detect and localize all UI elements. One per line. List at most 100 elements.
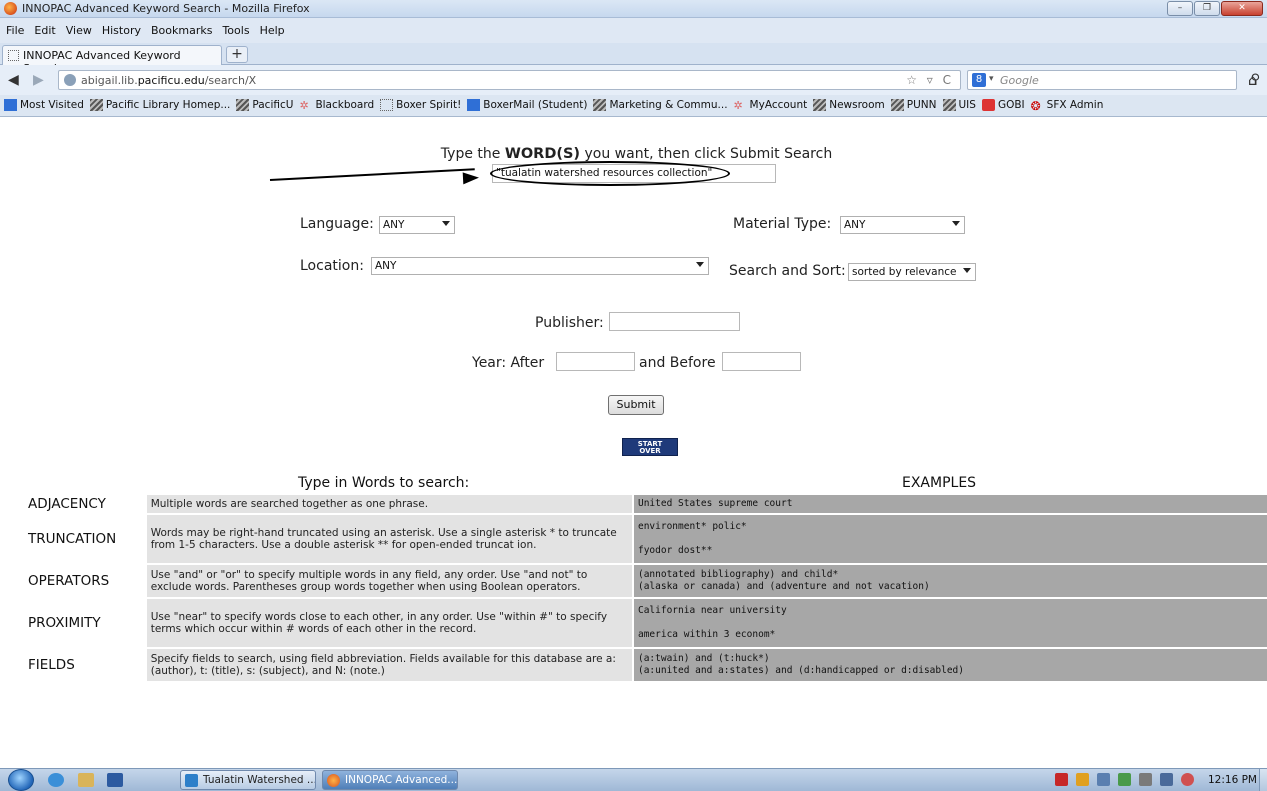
help-heading-left: Type in Words to search: [298, 475, 470, 491]
internet-explorer-icon[interactable] [48, 773, 64, 787]
location-label: Location: [300, 258, 364, 274]
bookmark-newsroom[interactable]: Newsroom [813, 99, 885, 111]
menu-view[interactable]: View [66, 24, 92, 37]
help-description: Use "and" or "or" to specify multiple wo… [146, 565, 632, 597]
help-example: United States supreme court [631, 495, 1267, 513]
bookmark-pacific-library[interactable]: Pacific Library Homep... [89, 99, 230, 111]
acrobat-icon[interactable] [1055, 773, 1068, 786]
firefox-logo-icon [4, 2, 17, 15]
stripes-icon [942, 99, 956, 111]
network-icon[interactable] [1097, 773, 1110, 786]
start-button[interactable] [8, 769, 34, 791]
chevron-down-icon [952, 221, 960, 226]
bookmark-boxermail[interactable]: BoxerMail (Student) [467, 99, 587, 111]
back-button[interactable]: ◀ [8, 72, 19, 88]
help-description: Multiple words are searched together as … [146, 495, 632, 513]
help-description: Specify fields to search, using field ab… [146, 649, 632, 681]
chevron-down-icon[interactable]: ▾ [989, 74, 994, 84]
bookmark-boxer-spirit[interactable]: Boxer Spirit! [380, 99, 461, 111]
blue-icon [467, 99, 481, 111]
annotation-arrow [269, 168, 475, 181]
help-example: (annotated bibliography) and child* (alas… [631, 565, 1267, 597]
stripes-icon [89, 99, 103, 111]
publisher-input[interactable] [609, 312, 740, 331]
page-icon [380, 99, 394, 111]
bookmark-sfx-admin[interactable]: ❂ SFX Admin [1030, 99, 1104, 113]
security-shield-icon[interactable] [1076, 773, 1089, 786]
help-row-proximity: PROXIMITY Use "near" to specify words cl… [22, 599, 1267, 647]
help-term: TRUNCATION [28, 531, 117, 547]
sfx-icon: ❂ [1030, 99, 1041, 113]
location-select[interactable]: ANY [371, 257, 709, 275]
search-sort-select[interactable]: sorted by relevance [848, 263, 976, 281]
bookmark-pacificu[interactable]: PacificU [236, 99, 293, 111]
search-help-table: ADJACENCY Multiple words are searched to… [22, 493, 1267, 683]
media-player-icon[interactable] [107, 773, 123, 787]
help-term: PROXIMITY [28, 615, 101, 631]
publisher-app-icon [185, 774, 198, 787]
search-sort-label: Search and Sort: [729, 263, 846, 279]
page-content: Type the WORD(S) you want, then click Su… [0, 118, 1267, 768]
stripes-icon [236, 99, 250, 111]
forward-button[interactable]: ▶ [33, 72, 44, 88]
search-placeholder: Google [1000, 74, 1039, 87]
sync-icon[interactable] [1118, 773, 1131, 786]
help-description: Use "near" to specify words close to eac… [146, 599, 632, 647]
language-select[interactable]: ANY [379, 216, 455, 234]
stripes-icon [890, 99, 904, 111]
star-icon: ✲ [299, 99, 309, 112]
bookmarks-toolbar: Most Visited Pacific Library Homep... Pa… [0, 95, 1267, 117]
year-after-input[interactable] [556, 352, 635, 371]
url-text: abigail.lib.pacificu.edu/search/X [81, 74, 257, 87]
system-tray: 12:16 PM [1055, 773, 1257, 786]
bookmark-most-visited[interactable]: Most Visited [4, 99, 84, 111]
help-row-operators: OPERATORS Use "and" or "or" to specify m… [22, 565, 1267, 597]
home-icon[interactable]: ⌂ [1248, 71, 1258, 89]
search-engine-icon[interactable]: 8 [972, 73, 986, 87]
show-desktop-button[interactable] [1259, 769, 1267, 791]
task-innopac[interactable]: INNOPAC Advanced... [322, 770, 458, 790]
submit-button[interactable]: Submit [608, 395, 664, 415]
menu-edit[interactable]: Edit [34, 24, 55, 37]
flag-icon[interactable] [1139, 773, 1152, 786]
monitor-icon[interactable] [1160, 773, 1173, 786]
menu-history[interactable]: History [102, 24, 141, 37]
bookmark-uis[interactable]: UIS [942, 99, 976, 111]
window-titlebar: INNOPAC Advanced Keyword Search - Mozill… [0, 0, 1267, 18]
menu-bookmarks[interactable]: Bookmarks [151, 24, 212, 37]
star-icon: ✲ [733, 99, 743, 112]
menu-tools[interactable]: Tools [222, 24, 249, 37]
bookmark-marketing[interactable]: Marketing & Commu... [593, 99, 728, 111]
bookmark-myaccount[interactable]: ✲ MyAccount [733, 99, 808, 112]
search-prompt: Type the WORD(S) you want, then click Su… [440, 146, 833, 162]
help-example: California near university america within… [631, 599, 1267, 647]
new-tab-button[interactable]: + [226, 46, 248, 63]
menu-file[interactable]: File [6, 24, 24, 37]
system-clock[interactable]: 12:16 PM [1208, 774, 1257, 786]
year-before-label: and Before [639, 355, 716, 371]
help-row-fields: FIELDS Specify fields to search, using f… [22, 649, 1267, 681]
close-button[interactable]: ✕ [1221, 1, 1263, 16]
url-tools[interactable]: ☆ ▿ C [906, 73, 954, 87]
taskbar: Tualatin Watershed ... INNOPAC Advanced.… [0, 768, 1267, 791]
volume-icon[interactable] [1181, 773, 1194, 786]
menu-help[interactable]: Help [260, 24, 285, 37]
task-tualatin-watershed[interactable]: Tualatin Watershed ... [180, 770, 316, 790]
help-example: (a:twain) and (t:huck*) (a:united and a:s… [631, 649, 1267, 681]
bookmark-punn[interactable]: PUNN [890, 99, 937, 111]
site-identity-icon[interactable] [64, 74, 76, 86]
bookmark-gobi[interactable]: GOBI [981, 99, 1025, 111]
year-before-input[interactable] [722, 352, 801, 371]
tab-innopac[interactable]: INNOPAC Advanced Keyword Search [2, 45, 222, 75]
help-term: OPERATORS [28, 573, 110, 589]
search-bar[interactable]: 8 ▾ Google ⚲ [967, 70, 1260, 90]
language-label: Language: [300, 216, 374, 232]
file-explorer-icon[interactable] [78, 773, 94, 787]
start-over-button[interactable]: START OVER [622, 438, 678, 456]
maximize-button[interactable]: ❐ [1194, 1, 1220, 16]
bookmark-blackboard[interactable]: ✲ Blackboard [299, 99, 374, 112]
url-bar[interactable]: abigail.lib.pacificu.edu/search/X ☆ ▿ C [58, 70, 961, 90]
material-type-select[interactable]: ANY [840, 216, 965, 234]
minimize-button[interactable]: – [1167, 1, 1193, 16]
help-example: environment* polic* fyodor dost** [631, 515, 1267, 563]
